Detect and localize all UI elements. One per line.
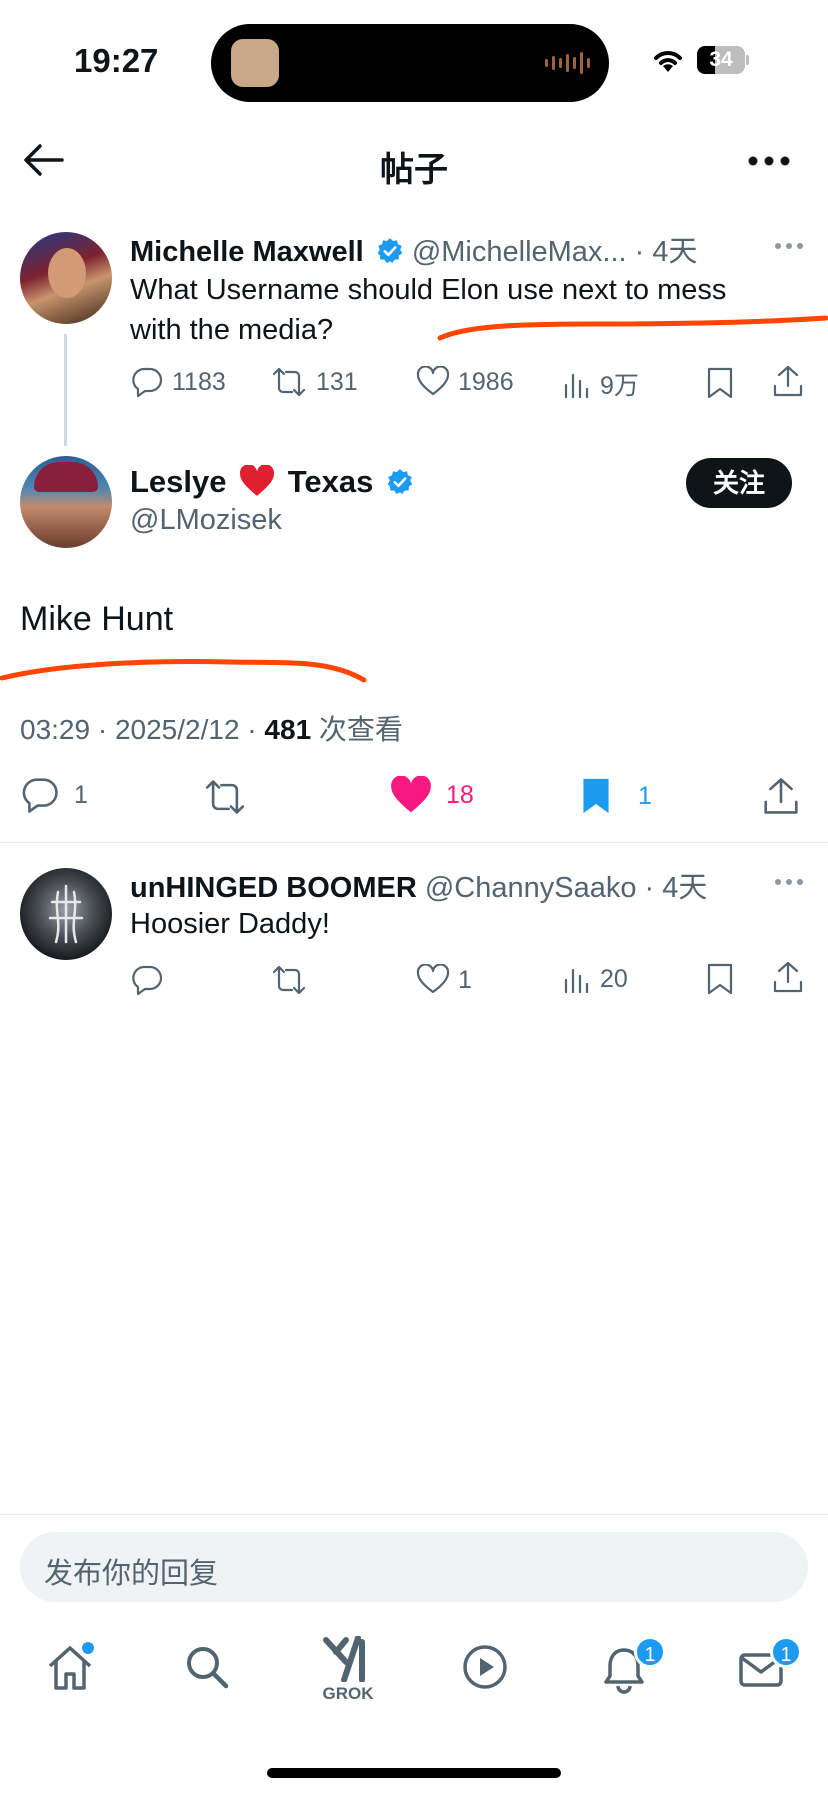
annotation-underline <box>0 659 367 683</box>
home-indicator <box>267 1768 561 1778</box>
parent-tweet[interactable]: Michelle Maxwell @MichelleMax... · 4天 Wh… <box>0 220 828 450</box>
author-name-suffix[interactable]: Texas <box>288 464 374 499</box>
reply-icon <box>22 778 58 813</box>
search-icon[interactable] <box>184 1644 230 1690</box>
like-stat[interactable]: 18 <box>390 776 474 814</box>
divider <box>0 1514 828 1515</box>
divider <box>0 842 828 843</box>
more-options-icon[interactable] <box>748 156 790 166</box>
tweet-timestamp: 03:29 · 2025/2/12 · 481 次查看 <box>20 708 403 748</box>
reply-count: 1183 <box>172 367 226 396</box>
bottom-nav: GROK 1 1 <box>0 1620 828 1796</box>
tweet-text: Mike Hunt <box>20 600 174 638</box>
author-handle[interactable]: @LMozisek <box>130 504 282 537</box>
retweet-icon <box>205 780 245 814</box>
reply-count: 1 <box>74 780 88 809</box>
like-count: 1986 <box>458 367 514 396</box>
views-count: 9万 <box>600 372 639 400</box>
bookmark-count: 1 <box>638 781 652 810</box>
verified-badge-icon <box>376 237 404 265</box>
retweet-icon <box>272 367 306 397</box>
avatar-unhinged-boomer[interactable] <box>20 868 112 960</box>
status-bar: 19:27 34 <box>0 0 828 120</box>
bookmark-icon[interactable] <box>706 962 734 996</box>
share-icon[interactable] <box>762 776 800 816</box>
reply-icon <box>132 367 163 398</box>
heart-emoji-icon <box>239 465 275 497</box>
share-icon[interactable] <box>772 364 804 398</box>
retweet-icon[interactable] <box>270 964 308 996</box>
analytics-icon <box>564 968 589 994</box>
tweet-age: · 4天 <box>644 872 708 904</box>
home-unread-dot <box>82 1642 94 1654</box>
page-title: 帖子 <box>380 151 448 189</box>
verified-badge-icon <box>386 468 414 496</box>
wifi-icon <box>650 46 686 74</box>
tweet-text-line-1: What Username should Elon use next to me… <box>130 274 727 306</box>
status-time: 19:27 <box>74 42 159 79</box>
heart-outline-icon <box>416 964 450 994</box>
top-header: 帖子 <box>0 120 828 200</box>
avatar-leslye[interactable] <box>20 456 112 548</box>
timestamp-date: · 2025/2/12 · <box>97 714 257 745</box>
like-count: 1 <box>458 965 472 994</box>
reply-stat[interactable]: 1 <box>20 776 88 814</box>
grok-label: GROK <box>322 1684 374 1703</box>
reply-icon[interactable] <box>130 964 164 996</box>
timestamp-time: 03:29 <box>20 714 91 745</box>
follow-button[interactable]: 关注 <box>686 458 792 508</box>
like-count: 18 <box>446 780 474 809</box>
retweet-button[interactable] <box>202 778 248 816</box>
thread-connector-line <box>64 334 67 446</box>
tweet-header: unHINGED BOOMER @ChannySaako · 4天 <box>130 864 707 906</box>
views-count: 20 <box>600 964 628 993</box>
author-name[interactable]: Leslye <box>130 464 227 499</box>
author-handle[interactable]: @MichelleMax... <box>412 236 627 268</box>
like-stat[interactable]: 1 <box>416 964 472 996</box>
audio-waveform-icon <box>545 52 591 74</box>
avatar-michelle[interactable] <box>20 232 112 324</box>
author-name[interactable]: Michelle Maxwell <box>130 236 364 268</box>
views-stat[interactable]: 9万 <box>562 366 639 402</box>
analytics-icon <box>564 373 589 399</box>
share-icon[interactable] <box>772 960 804 994</box>
reply-stat[interactable]: 1183 <box>130 366 226 398</box>
dynamic-island <box>211 24 609 102</box>
main-tweet: Leslye Texas @LMozisek 关注 Mike Hunt 03:2… <box>0 450 828 842</box>
messages-badge: 1 <box>770 1636 802 1668</box>
composer-placeholder: 发布你的回复 <box>44 1558 219 1590</box>
tweet-age: · 4天 <box>634 236 698 268</box>
author-row: Leslye Texas <box>130 464 414 500</box>
retweet-stat[interactable]: 131 <box>270 366 358 398</box>
reply-tweet[interactable]: unHINGED BOOMER @ChannySaako · 4天 Hoosie… <box>0 856 828 1016</box>
play-icon[interactable] <box>462 1644 508 1690</box>
retweet-count: 131 <box>316 367 358 396</box>
heart-filled-icon <box>391 776 431 813</box>
tweet-more-icon[interactable] <box>774 242 804 250</box>
notifications-badge: 1 <box>634 1636 666 1668</box>
grok-icon[interactable]: GROK <box>318 1636 378 1704</box>
author-handle[interactable]: @ChannySaako <box>425 872 637 904</box>
views-stat[interactable]: 20 <box>562 964 628 994</box>
like-stat[interactable]: 1986 <box>416 366 514 398</box>
tweet-header: Michelle Maxwell @MichelleMax... · 4天 <box>130 228 698 270</box>
bookmark-stat[interactable]: 1 <box>580 776 652 816</box>
battery-level: 34 <box>709 48 733 71</box>
annotation-underline <box>437 315 828 341</box>
bookmark-icon[interactable] <box>706 366 734 400</box>
view-count: 481 <box>264 714 312 745</box>
battery-icon: 34 <box>697 46 749 74</box>
heart-outline-icon <box>416 366 450 396</box>
reply-composer-input[interactable]: 发布你的回复 <box>20 1532 808 1602</box>
home-icon[interactable] <box>46 1642 94 1692</box>
live-activity-thumbnail <box>231 39 279 87</box>
author-name[interactable]: unHINGED BOOMER <box>130 872 417 904</box>
tweet-text: Hoosier Daddy! <box>130 908 330 940</box>
view-count-label: 次查看 <box>318 714 403 745</box>
tweet-more-icon[interactable] <box>774 878 804 886</box>
bookmark-filled-icon <box>583 778 609 814</box>
